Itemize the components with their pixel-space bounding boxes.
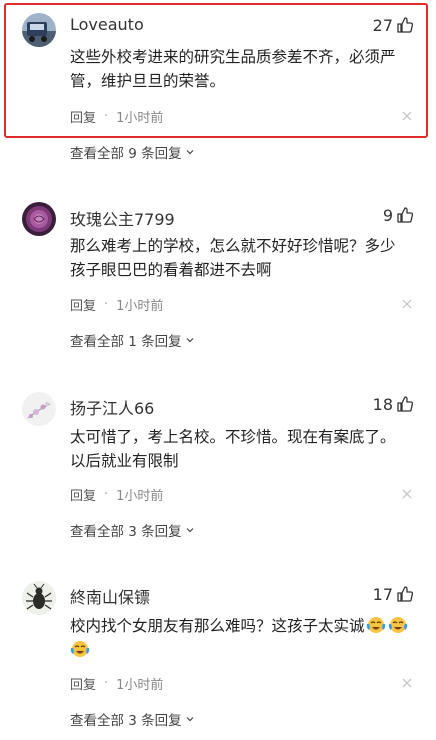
timestamp: 1小时前 (116, 110, 164, 126)
close-icon[interactable] (400, 487, 414, 501)
reply-button[interactable]: 回复 (70, 485, 96, 504)
close-icon[interactable] (400, 109, 414, 123)
like-button[interactable]: 18 (373, 393, 414, 415)
comment-item: 玫瑰公主7799 9 那么难考上的学校，怎么就不好好珍惜呢？多少 孩子眼巴巴的看… (0, 190, 436, 360)
like-count: 17 (372, 584, 393, 604)
separator-dot: · (104, 296, 109, 312)
view-all-replies-link[interactable]: 查看全部 9 条回复 (70, 142, 195, 162)
chevron-down-icon (186, 717, 194, 722)
separator-dot: · (104, 486, 109, 502)
chevron-down-icon (186, 150, 194, 155)
reply-button[interactable]: 回复 (70, 107, 96, 126)
timestamp: 1小时前 (116, 677, 164, 693)
avatar[interactable] (22, 581, 56, 615)
username[interactable]: Loveauto (70, 15, 144, 34)
comment-list: Loveauto 27 这些外校考进来的研究生品质参差不齐，必须严 管，维护旦旦… (0, 0, 436, 740)
comment-item: Loveauto 27 这些外校考进来的研究生品质参差不齐，必须严 管，维护旦旦… (0, 0, 436, 170)
crying-laughing-emoji-icon (388, 617, 407, 633)
comment-text-segment: 校内找个女朋友有那么难吗？这孩子太实诚 (70, 617, 365, 635)
comment-meta: 回复 · 1小时前 (70, 484, 163, 504)
comment-text: 太可惜了，考上名校。不珍惜。现在有案底了。 以后就业有限制 (70, 425, 415, 473)
username[interactable]: 玫瑰公主7799 (70, 206, 175, 230)
comment-text: 这些外校考进来的研究生品质参差不齐，必须严 管，维护旦旦的荣誉。 (70, 45, 415, 93)
reply-button[interactable]: 回复 (70, 674, 96, 693)
like-count: 9 (382, 205, 393, 225)
avatar[interactable] (22, 13, 56, 47)
comment-text-line: 管，维护旦旦的荣誉。 (70, 72, 226, 90)
comment-meta: 回复 · 1小时前 (70, 294, 163, 314)
comment-text-line: 那么难考上的学校，怎么就不好好珍惜呢？多少 (70, 237, 396, 255)
comment-text-line: 孩子眼巴巴的看着都进不去啊 (70, 261, 272, 279)
close-icon[interactable] (400, 676, 414, 690)
view-all-label: 查看全部 3 条回复 (70, 524, 182, 540)
flower-avatar-icon (22, 392, 56, 426)
thumbs-up-icon (397, 586, 414, 602)
comment-meta: 回复 · 1小时前 (70, 106, 163, 126)
timestamp: 1小时前 (116, 298, 164, 314)
chevron-down-icon (186, 338, 194, 343)
separator-dot: · (104, 675, 109, 691)
crying-laughing-emoji-icon (366, 617, 385, 633)
avatar[interactable] (22, 392, 56, 426)
close-icon[interactable] (400, 297, 414, 311)
thumbs-up-icon (397, 207, 414, 223)
comment-text-line: 这些外校考进来的研究生品质参差不齐，必须严 (70, 48, 396, 66)
comment-meta: 回复 · 1小时前 (70, 673, 163, 693)
view-all-replies-link[interactable]: 查看全部 3 条回复 (70, 520, 195, 540)
avatar[interactable] (22, 202, 56, 236)
view-all-label: 查看全部 1 条回复 (70, 334, 182, 350)
truck-avatar-icon (22, 13, 56, 47)
username[interactable]: 扬子江人66 (70, 395, 154, 419)
like-button[interactable]: 17 (373, 583, 414, 605)
like-button[interactable]: 27 (373, 14, 414, 36)
view-all-label: 查看全部 3 条回复 (70, 713, 182, 729)
view-all-replies-link[interactable]: 查看全部 3 条回复 (70, 709, 195, 729)
separator-dot: · (104, 108, 109, 124)
like-count: 27 (372, 15, 393, 35)
beetle-avatar-icon (22, 581, 56, 615)
thumbs-up-icon (397, 17, 414, 33)
comment-text-line: 以后就业有限制 (70, 452, 179, 470)
view-all-label: 查看全部 9 条回复 (70, 146, 182, 162)
timestamp: 1小时前 (116, 488, 164, 504)
crying-laughing-emoji-icon (70, 641, 90, 657)
username[interactable]: 終南山保镖 (70, 584, 150, 608)
comment-item: 扬子江人66 18 太可惜了，考上名校。不珍惜。现在有案底了。 以后就业有限制 … (0, 383, 436, 553)
view-all-replies-link[interactable]: 查看全部 1 条回复 (70, 330, 195, 350)
rose-avatar-icon (22, 202, 56, 236)
thumbs-up-icon (397, 396, 414, 412)
comment-text-line: 太可惜了，考上名校。不珍惜。现在有案底了。 (70, 428, 396, 446)
comment-text: 那么难考上的学校，怎么就不好好珍惜呢？多少 孩子眼巴巴的看着都进不去啊 (70, 234, 415, 282)
chevron-down-icon (186, 528, 194, 533)
comment-item: 終南山保镖 17 校内找个女朋友有那么难吗？这孩子太实诚 回复 · 1小时前 查… (0, 576, 436, 740)
like-count: 18 (372, 394, 393, 414)
like-button[interactable]: 9 (383, 204, 414, 226)
reply-button[interactable]: 回复 (70, 295, 96, 314)
comment-text: 校内找个女朋友有那么难吗？这孩子太实诚 (70, 614, 415, 662)
comment-text-line (70, 638, 415, 662)
comment-text-line: 校内找个女朋友有那么难吗？这孩子太实诚 (70, 614, 415, 638)
